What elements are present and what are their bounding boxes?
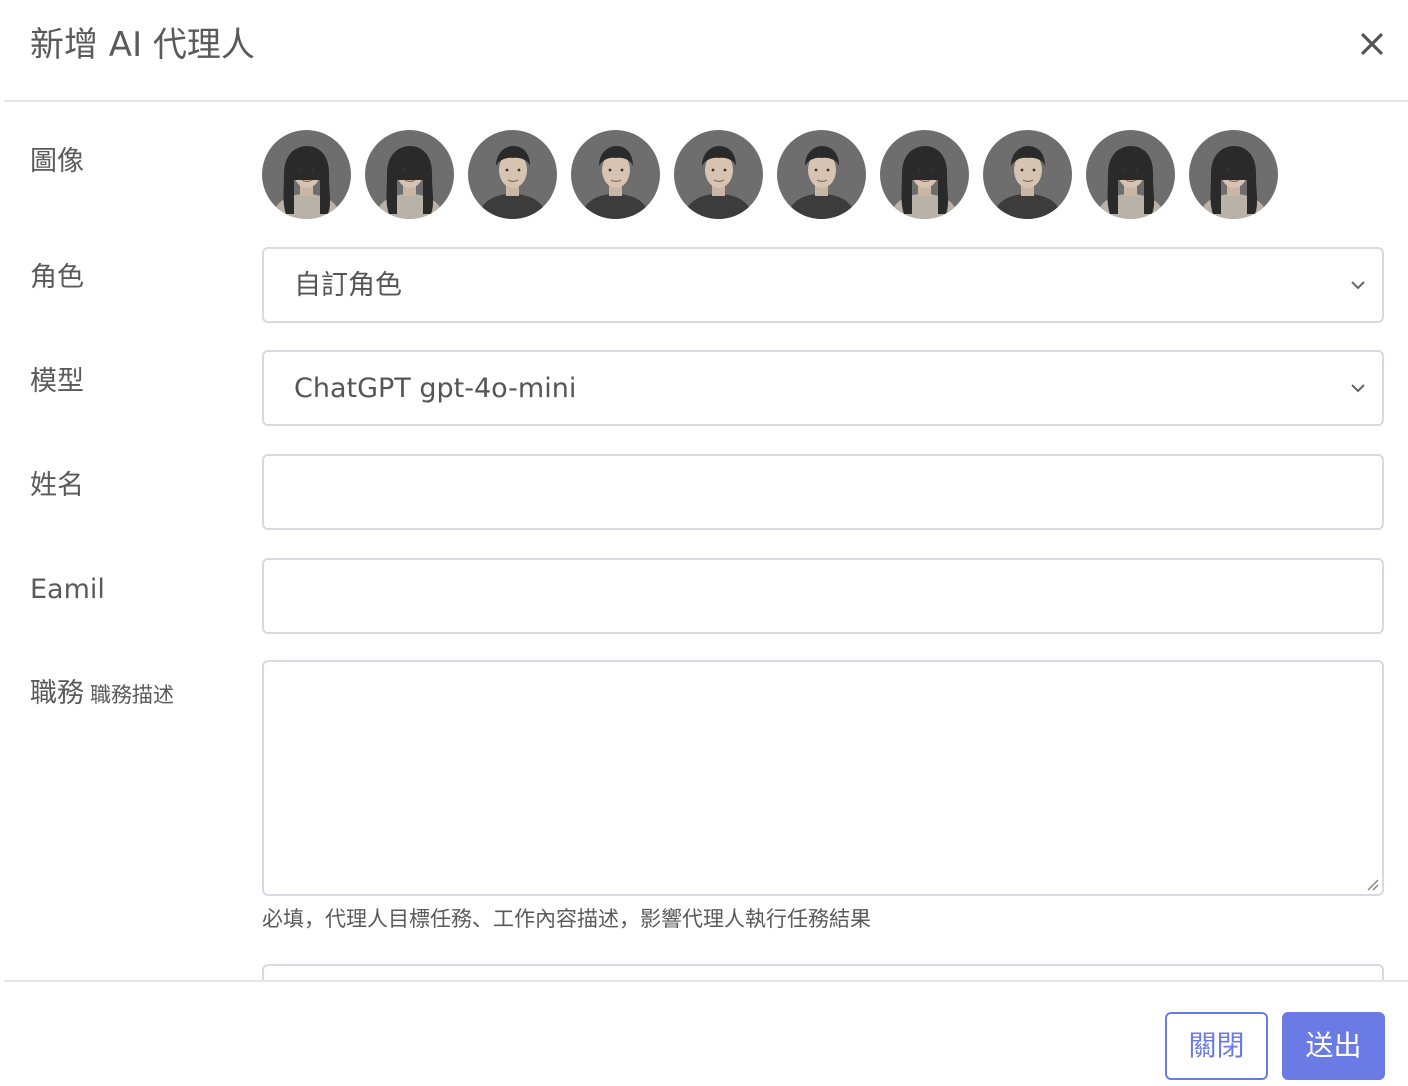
avatar-3[interactable] <box>468 130 557 219</box>
avatar-6[interactable] <box>777 130 866 219</box>
modal-body: 圖像 角色 自訂角色 模型 ChatGPT gpt-4o-mini 姓名 Eam… <box>0 102 1408 980</box>
avatar-8[interactable] <box>983 130 1072 219</box>
avatar-5[interactable] <box>674 130 763 219</box>
add-ai-agent-modal: 新增 AI 代理人 圖像 角色 自訂角色 模型 ChatGPT gpt-4o-m… <box>0 0 1408 1086</box>
chevron-down-icon <box>1348 380 1368 396</box>
model-select-value: ChatGPT gpt-4o-mini <box>294 373 577 404</box>
submit-button[interactable]: 送出 <box>1282 1012 1385 1080</box>
name-label: 姓名 <box>30 470 84 501</box>
avatar-label: 圖像 <box>30 146 84 177</box>
role-select[interactable]: 自訂角色 <box>262 247 1384 323</box>
job-description-textarea[interactable] <box>262 660 1384 896</box>
modal-header: 新增 AI 代理人 <box>4 0 1408 102</box>
modal-title: 新增 AI 代理人 <box>30 25 255 65</box>
job-hint: 必填，代理人目標任務、工作內容描述，影響代理人執行任務結果 <box>262 907 871 931</box>
next-field-partial[interactable] <box>262 964 1384 980</box>
email-label: Eamil <box>30 574 105 605</box>
modal-footer: 關閉 送出 <box>4 980 1408 1086</box>
model-label: 模型 <box>30 366 84 397</box>
job-label: 職務 職務描述 <box>30 676 174 713</box>
avatar-picker <box>262 130 1278 220</box>
chevron-down-icon <box>1348 277 1368 293</box>
role-label: 角色 <box>30 262 84 293</box>
avatar-10[interactable] <box>1189 130 1278 219</box>
avatar-7[interactable] <box>880 130 969 219</box>
role-select-value: 自訂角色 <box>294 270 402 301</box>
job-label-text: 職務 <box>30 678 84 709</box>
avatar-9[interactable] <box>1086 130 1175 219</box>
avatar-1[interactable] <box>262 130 351 219</box>
avatar-4[interactable] <box>571 130 660 219</box>
resize-handle-icon[interactable] <box>1364 876 1380 892</box>
close-icon[interactable] <box>1354 24 1390 64</box>
close-button[interactable]: 關閉 <box>1165 1012 1268 1080</box>
name-input[interactable] <box>262 454 1384 530</box>
job-sublabel: 職務描述 <box>90 683 174 707</box>
email-input[interactable] <box>262 558 1384 634</box>
avatar-2[interactable] <box>365 130 454 219</box>
model-select[interactable]: ChatGPT gpt-4o-mini <box>262 350 1384 426</box>
